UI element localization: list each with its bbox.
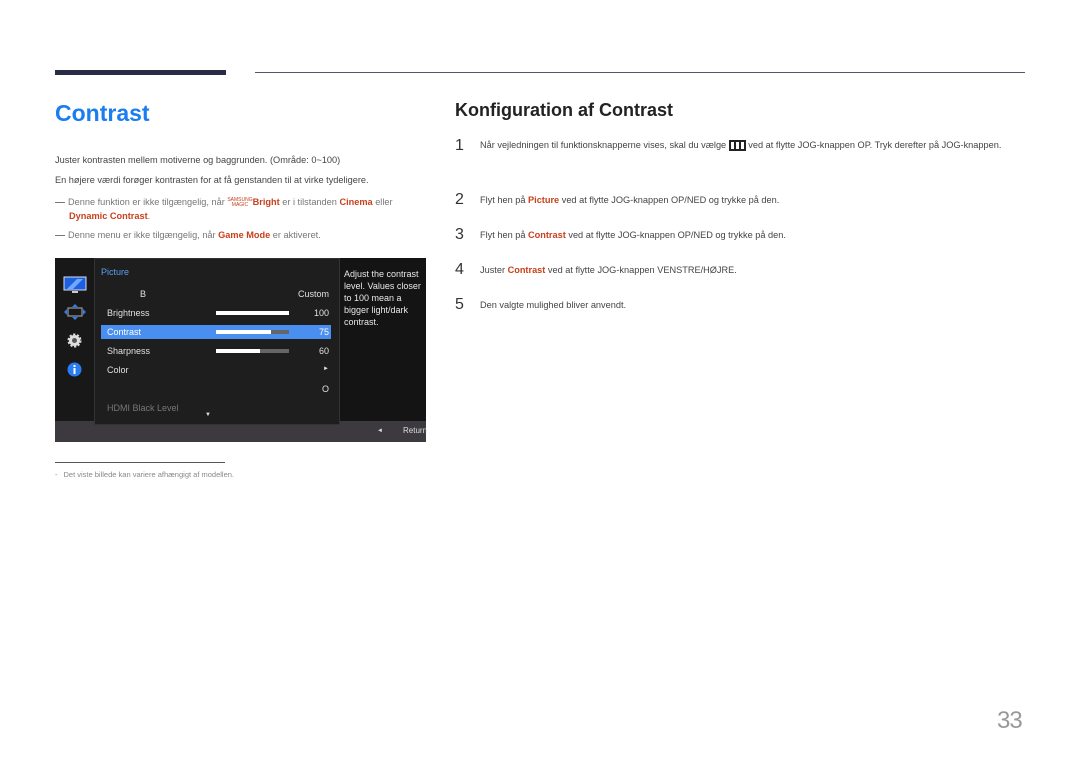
- gear-icon[interactable]: [67, 333, 82, 348]
- note-dash-icon: [55, 235, 65, 237]
- osd-menu-header: Picture: [101, 267, 130, 277]
- description-2: En højere værdi forøger kontrasten for a…: [55, 175, 369, 185]
- step-text: Juster Contrast ved at flytte JOG-knappe…: [480, 265, 737, 275]
- osd-item-color[interactable]: Color: [107, 365, 129, 375]
- step-number: 1: [455, 137, 464, 154]
- page-number: 33: [997, 707, 1023, 734]
- note-dash-icon: [55, 202, 65, 204]
- sharpness-value: 60: [318, 346, 329, 356]
- osd-item-hdmi-black-level[interactable]: HDMI Black Level: [107, 403, 179, 413]
- section-title: Contrast: [55, 100, 150, 126]
- osd-item-brightness[interactable]: Brightness: [107, 308, 150, 318]
- description-1: Juster kontrasten mellem motiverne og ba…: [55, 155, 341, 165]
- footnote-rule: [55, 462, 225, 463]
- footnote: - Det viste billede kan variere afhængigt…: [55, 470, 235, 479]
- osd-sidebar: [55, 258, 94, 421]
- step-number: 4: [455, 261, 464, 278]
- contrast-value: 75: [318, 327, 329, 337]
- return-button[interactable]: Return: [403, 426, 427, 435]
- header-rule-thick: [55, 70, 226, 75]
- step-text: Når vejledningen til funktionsknapperne …: [480, 140, 1002, 152]
- osd-row-b-value: Custom: [297, 289, 329, 299]
- return-arrow-icon: ◄: [377, 428, 383, 434]
- step-text: Flyt hen på Picture ved at flytte JOG-kn…: [480, 195, 780, 205]
- brightness-slider[interactable]: [216, 311, 289, 315]
- scroll-down-icon[interactable]: ▼: [205, 412, 211, 418]
- note-2: Denne menu er ikke tilgængelig, når Game…: [55, 230, 321, 240]
- header-rule-thin: [255, 72, 1025, 73]
- osd-menu-screenshot: ◄ Return Picture B Custom Brightness 100…: [55, 258, 427, 442]
- osd-item-contrast[interactable]: Contrast: [107, 327, 141, 337]
- step-text: Flyt hen på Contrast ved at flytte JOG-k…: [480, 230, 786, 240]
- config-title: Konfiguration af Contrast: [455, 100, 673, 120]
- osd-picture-menu: Picture B Custom Brightness 100 Contrast…: [94, 258, 340, 425]
- sharpness-slider[interactable]: [216, 349, 289, 353]
- menu-icon: [728, 140, 746, 152]
- note-1: Denne funktion er ikke tilgængelig, når …: [55, 195, 430, 223]
- step-text: Den valgte mulighed bliver anvendt.: [480, 300, 627, 310]
- samsung-magic-logo: SAMSUNG MAGIC: [227, 196, 253, 208]
- step-number: 5: [455, 296, 464, 313]
- color-arrow-icon: ►: [323, 366, 329, 372]
- osd-row-b-label[interactable]: B: [140, 289, 146, 299]
- contrast-slider[interactable]: [216, 330, 289, 334]
- info-icon[interactable]: [67, 362, 82, 377]
- step-number: 2: [455, 191, 464, 208]
- brightness-value: 100: [313, 308, 329, 318]
- size-position-icon[interactable]: [64, 304, 86, 320]
- osd-item-sharpness[interactable]: Sharpness: [107, 346, 150, 356]
- step-number: 3: [455, 226, 464, 243]
- osd-row-o-value: O: [321, 384, 329, 394]
- picture-icon[interactable]: [63, 276, 87, 294]
- osd-help-text: Adjust the contrast level. Values closer…: [340, 258, 426, 421]
